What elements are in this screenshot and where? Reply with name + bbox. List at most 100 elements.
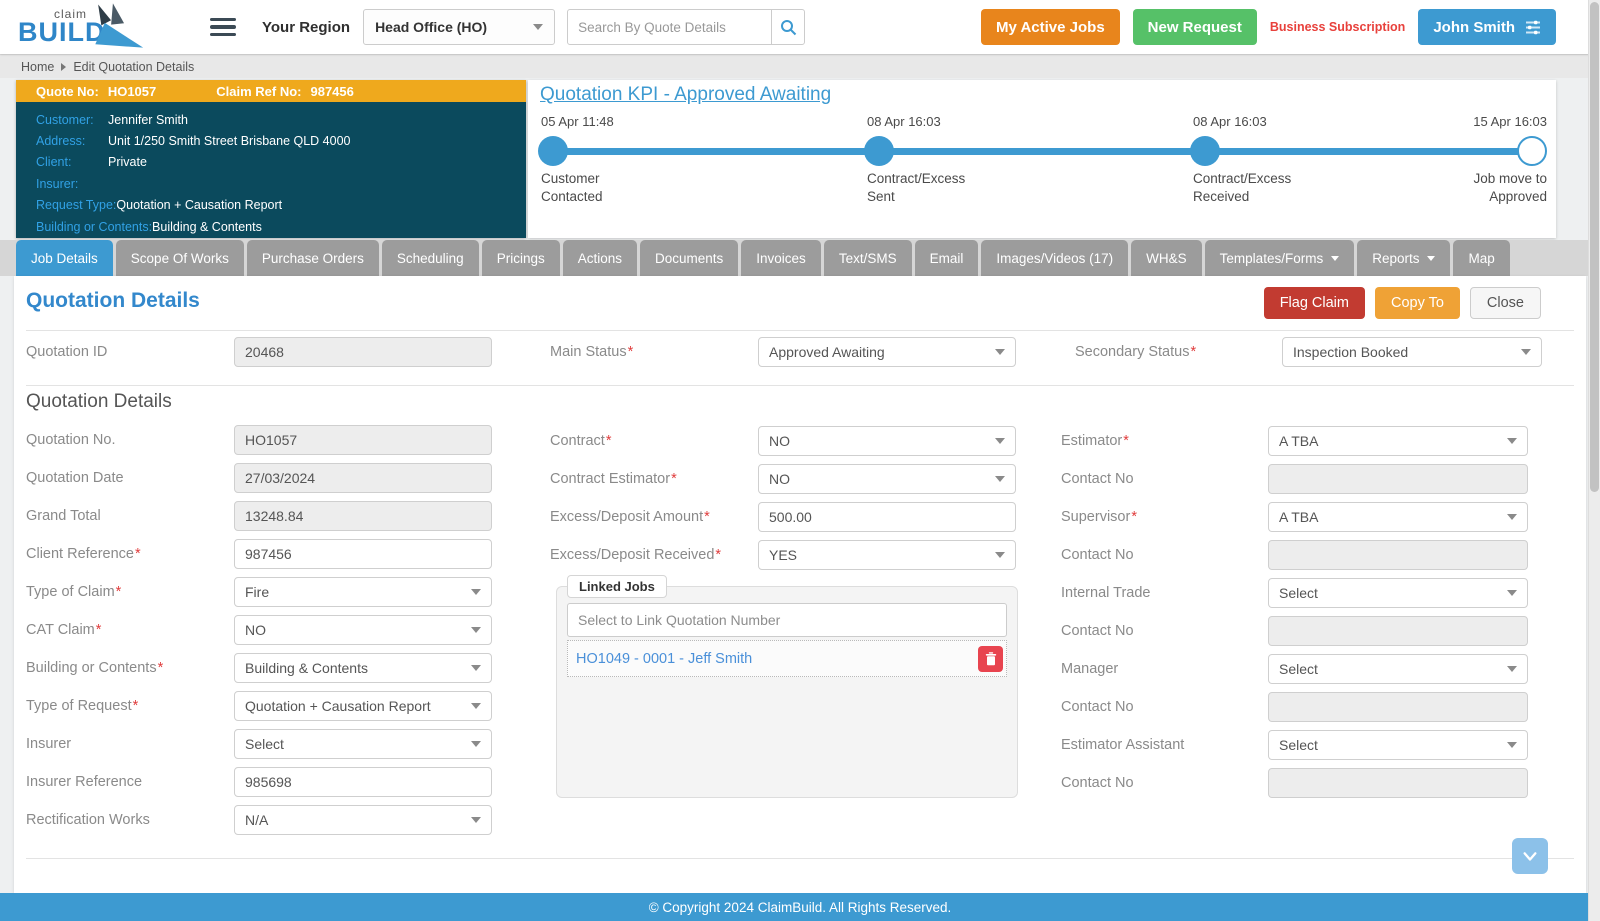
tab-email[interactable]: Email <box>914 240 979 276</box>
contract-select[interactable]: NO <box>758 426 1016 456</box>
secondary-status-select[interactable]: Inspection Booked <box>1282 337 1542 367</box>
vertical-scrollbar[interactable] <box>1588 0 1600 921</box>
quote-details-body: Customer: Jennifer Smith Address: Unit 1… <box>16 102 526 238</box>
estimator-select[interactable]: A TBA <box>1268 426 1528 456</box>
row-label: Request Type: <box>36 198 117 213</box>
contract-estimator-select[interactable]: NO <box>758 464 1016 494</box>
selected-value: Inspection Booked <box>1293 344 1409 360</box>
field-quotation-date: Quotation Date <box>26 463 508 493</box>
manager-select[interactable]: Select <box>1268 654 1528 684</box>
estimator-assistant-select[interactable]: Select <box>1268 730 1528 760</box>
search-input[interactable] <box>568 10 772 44</box>
tab-job-details[interactable]: Job Details <box>16 240 113 276</box>
excess-deposit-amount-input[interactable] <box>758 502 1016 532</box>
selected-value: A TBA <box>1279 509 1319 525</box>
scroll-down-button[interactable] <box>1512 838 1548 874</box>
tab-scope-of-works[interactable]: Scope Of Works <box>115 240 244 276</box>
logo-triangle <box>108 2 125 25</box>
row-label: Client: <box>36 155 72 170</box>
field-internal-trade: Internal Trade Select <box>1061 578 1536 608</box>
search-button[interactable] <box>771 10 804 44</box>
selected-value: N/A <box>245 812 269 828</box>
linked-jobs-fieldset: Linked Jobs HO1049 - 0001 - Jeff Smith <box>556 575 1018 798</box>
hamburger-menu-icon[interactable] <box>210 14 236 41</box>
divider <box>26 385 1574 386</box>
tab-strip: Job Details Scope Of Works Purchase Orde… <box>0 240 1600 276</box>
field-label: Secondary Status <box>1075 344 1282 360</box>
tab-actions[interactable]: Actions <box>562 240 637 276</box>
tab-documents[interactable]: Documents <box>640 240 739 276</box>
chevron-down-icon <box>471 665 481 671</box>
building-or-contents-select[interactable]: Building & Contents <box>234 653 492 683</box>
tab-invoices[interactable]: Invoices <box>741 240 821 276</box>
client-reference-input[interactable] <box>234 539 492 569</box>
quote-row-insurer: Insurer: <box>36 173 526 194</box>
chevron-down-icon <box>1507 742 1517 748</box>
internal-trade-select[interactable]: Select <box>1268 578 1528 608</box>
tab-pricings[interactable]: Pricings <box>481 240 560 276</box>
excess-deposit-received-select[interactable]: YES <box>758 540 1016 570</box>
close-button[interactable]: Close <box>1469 287 1541 319</box>
link-quotation-input[interactable] <box>567 603 1007 637</box>
quotation-id-input <box>234 337 492 367</box>
copy-to-button[interactable]: Copy To <box>1374 287 1460 319</box>
kpi-date: 08 Apr 16:03 <box>867 114 941 129</box>
user-menu-button[interactable]: John Smith <box>1418 9 1556 45</box>
tab-whs[interactable]: WH&S <box>1131 240 1202 276</box>
selected-value: Building & Contents <box>245 660 368 676</box>
main-status-select[interactable]: Approved Awaiting <box>758 337 1016 367</box>
selected-value: A TBA <box>1279 433 1319 449</box>
quote-row-customer: Customer: Jennifer Smith <box>36 109 526 130</box>
field-building-or-contents: Building or Contents Building & Contents <box>26 653 508 683</box>
type-of-claim-select[interactable]: Fire <box>234 577 492 607</box>
supervisor-select[interactable]: A TBA <box>1268 502 1528 532</box>
tab-purchase-orders[interactable]: Purchase Orders <box>246 240 379 276</box>
region-label: Your Region <box>262 18 351 36</box>
selected-value: Select <box>1279 737 1318 753</box>
tab-reports[interactable]: Reports <box>1357 240 1451 276</box>
claim-ref-value: 987456 <box>310 83 354 99</box>
field-estimator-assistant-contact-no: Contact No <box>1061 768 1536 798</box>
breadcrumb-home-link[interactable]: Home <box>21 60 54 74</box>
page-title: Quotation Details <box>26 289 200 312</box>
subscription-badge: Business Subscription <box>1269 20 1406 34</box>
delete-linked-job-button[interactable] <box>978 646 1003 672</box>
chevron-down-icon <box>1427 255 1436 261</box>
tab-scheduling[interactable]: Scheduling <box>381 240 479 276</box>
my-active-jobs-button[interactable]: My Active Jobs <box>981 9 1120 45</box>
tab-images-videos[interactable]: Images/Videos (17) <box>981 240 1129 276</box>
user-name: John Smith <box>1433 18 1515 36</box>
quote-row-address: Address: Unit 1/250 Smith Street Brisban… <box>36 130 526 151</box>
type-of-request-select[interactable]: Quotation + Causation Report <box>234 691 492 721</box>
row-value: Building & Contents <box>152 219 262 234</box>
tab-map[interactable]: Map <box>1453 240 1510 276</box>
selected-value: NO <box>769 471 790 487</box>
linked-job-link[interactable]: HO1049 - 0001 - Jeff Smith <box>576 651 752 667</box>
row-label: Customer: <box>36 112 94 127</box>
kpi-label: Job move to Approved <box>1473 171 1547 204</box>
field-excess-deposit-amount: Excess/Deposit Amount <box>550 502 1032 532</box>
kpi-milestone: 08 Apr 16:03 Contract/Excess Sent <box>867 114 965 206</box>
tab-templates-forms[interactable]: Templates/Forms <box>1204 240 1355 276</box>
chevron-down-icon <box>471 627 481 633</box>
rectification-works-select[interactable]: N/A <box>234 805 492 835</box>
tab-text-sms[interactable]: Text/SMS <box>823 240 912 276</box>
claimbuild-logo: claim BUILD <box>0 0 188 54</box>
region-select[interactable]: Head Office (HO) <box>363 9 556 45</box>
kpi-title-link[interactable]: Quotation KPI - Approved Awaiting <box>540 84 831 106</box>
top-bar: claim BUILD Your Region Head Office (HO)… <box>0 0 1600 54</box>
field-supervisor-contact-no: Contact No <box>1061 540 1536 570</box>
field-contract-estimator: Contract Estimator NO <box>550 464 1032 494</box>
field-contract: Contract NO <box>550 426 1032 456</box>
selected-value: Fire <box>245 584 270 600</box>
field-internal-trade-contact-no: Contact No <box>1061 616 1536 646</box>
insurer-select[interactable]: Select <box>234 729 492 759</box>
field-insurer: Insurer Select <box>26 729 508 759</box>
new-request-button[interactable]: New Request <box>1132 9 1257 45</box>
scrollbar-thumb[interactable] <box>1590 2 1599 492</box>
insurer-reference-input[interactable] <box>234 767 492 797</box>
kpi-milestone: 05 Apr 11:48 Customer Contacted <box>541 114 614 206</box>
kpi-label: Contract/Excess Received <box>1193 171 1292 204</box>
cat-claim-select[interactable]: NO <box>234 615 492 645</box>
flag-claim-button[interactable]: Flag Claim <box>1263 287 1365 319</box>
